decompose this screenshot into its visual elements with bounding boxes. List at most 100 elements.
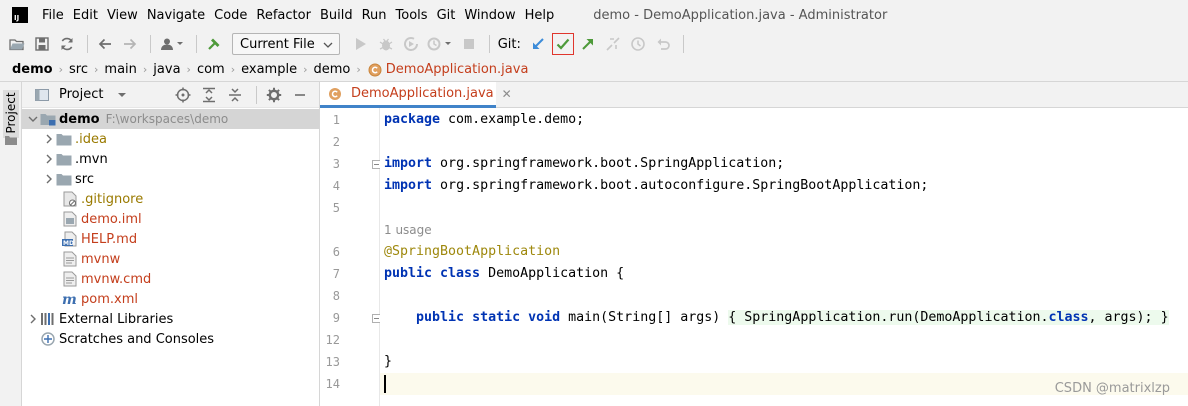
tree-item-mvnw[interactable]: mvnw — [22, 249, 319, 269]
code-text: main(String[] args) — [560, 310, 729, 325]
toolbar-separator — [682, 35, 684, 53]
menu-run[interactable]: Run — [362, 8, 387, 23]
chevron-right-icon: › — [230, 63, 236, 76]
keyword: public static void — [416, 310, 561, 325]
save-all-icon[interactable] — [31, 33, 53, 55]
editor-tab-demoapplication[interactable]: DemoApplication.java ✕ — [320, 82, 512, 108]
menu-help[interactable]: Help — [525, 8, 555, 23]
tree-item-src[interactable]: src — [22, 169, 319, 189]
menu-navigate[interactable]: Navigate — [147, 8, 205, 23]
intellij-logo-icon[interactable]: IJ — [12, 7, 28, 23]
breadcrumb-item-demo-package[interactable]: demo — [314, 62, 351, 77]
menu-build[interactable]: Build — [320, 8, 353, 23]
tree-item-demo[interactable]: demo F:\workspaces\demo — [22, 109, 319, 129]
chevron-down-icon — [323, 37, 333, 52]
locate-target-icon[interactable] — [172, 84, 194, 106]
tree-item-scratches[interactable]: Scratches and Consoles — [22, 329, 319, 349]
menu-window[interactable]: Window — [464, 8, 515, 23]
project-tree: demo F:\workspaces\demo .idea .mvn src .… — [22, 108, 319, 349]
tree-item-pom-xml[interactable]: m pom.xml — [22, 289, 319, 309]
breadcrumb-item-main[interactable]: main — [104, 62, 136, 77]
collapse-arrow-icon[interactable] — [42, 134, 56, 144]
breadcrumb-item-src[interactable]: src — [69, 62, 88, 77]
git-push-icon[interactable] — [577, 33, 599, 55]
code-line: } — [380, 351, 1188, 373]
menu-tools[interactable]: Tools — [396, 8, 428, 23]
chevron-right-icon: › — [94, 63, 99, 76]
close-icon[interactable]: ✕ — [502, 87, 512, 101]
forward-arrow-icon[interactable] — [119, 33, 141, 55]
line-number: 13 — [325, 355, 340, 369]
breadcrumb-item-example[interactable]: example — [241, 62, 297, 77]
menu-edit[interactable]: Edit — [73, 8, 98, 23]
breadcrumb-item-file[interactable]: DemoApplication.java — [367, 62, 529, 78]
tree-item-idea[interactable]: .idea — [22, 129, 319, 149]
collapse-arrow-icon[interactable] — [42, 174, 56, 184]
tree-item-external-libraries[interactable]: External Libraries — [22, 309, 319, 329]
code-editor[interactable]: package com.example.demo; import org.spr… — [380, 108, 1188, 406]
line-number: 5 — [332, 201, 340, 215]
menu-refactor[interactable]: Refactor — [256, 8, 311, 23]
code-line: import org.springframework.boot.SpringAp… — [380, 153, 1188, 175]
menu-file[interactable]: File — [42, 8, 64, 23]
collapse-arrow-icon[interactable] — [42, 154, 56, 164]
toolbar-separator — [256, 85, 257, 104]
chevron-down-icon[interactable] — [117, 87, 127, 102]
tree-item-label: mvnw — [81, 251, 121, 267]
tree-item-demo-iml[interactable]: demo.iml — [22, 209, 319, 229]
svg-text:MD: MD — [63, 240, 74, 247]
breadcrumb: demo › src › main › java › com › example… — [0, 58, 1188, 82]
user-dropdown-icon[interactable] — [157, 33, 187, 55]
structure-folder-icon[interactable] — [5, 134, 17, 149]
window-title: demo - DemoApplication.java - Administra… — [593, 7, 888, 23]
folded-code-text: { SpringApplication.run(DemoApplication. — [728, 310, 1049, 325]
tree-item-mvn[interactable]: .mvn — [22, 149, 319, 169]
chevron-right-icon: › — [58, 63, 64, 76]
debug-icon[interactable] — [375, 33, 397, 55]
breadcrumb-file-label: DemoApplication.java — [385, 62, 529, 77]
expand-all-icon[interactable] — [198, 84, 220, 106]
menu-view[interactable]: View — [107, 8, 138, 23]
tree-item-label: mvnw.cmd — [81, 271, 152, 287]
more-run-options-icon[interactable] — [425, 33, 455, 55]
git-merge-icon[interactable] — [602, 33, 624, 55]
breadcrumb-item-java[interactable]: java — [153, 62, 180, 77]
build-hammer-icon[interactable] — [203, 33, 225, 55]
history-clock-icon[interactable] — [627, 33, 649, 55]
project-tool-window-button[interactable]: Project — [3, 90, 19, 138]
line-number: 7 — [332, 267, 340, 281]
back-arrow-icon[interactable] — [94, 33, 116, 55]
run-configuration-select[interactable]: Current File — [232, 33, 340, 55]
git-update-icon[interactable] — [527, 33, 549, 55]
folded-method-body[interactable]: { SpringApplication.run(DemoApplication.… — [728, 310, 1169, 325]
menu-code[interactable]: Code — [214, 8, 247, 23]
collapse-arrow-icon[interactable] — [26, 314, 40, 324]
code-text: DemoApplication { — [480, 266, 625, 281]
open-folder-icon[interactable] — [6, 33, 28, 55]
usage-hint[interactable]: 1 usage — [384, 223, 432, 237]
stop-icon[interactable] — [458, 33, 480, 55]
breadcrumb-item-com[interactable]: com — [197, 62, 225, 77]
tree-item-gitignore[interactable]: .gitignore — [22, 189, 319, 209]
rollback-icon[interactable] — [652, 33, 674, 55]
collapse-all-icon[interactable] — [224, 84, 246, 106]
project-panel-title[interactable]: Project — [59, 87, 103, 102]
menu-git[interactable]: Git — [437, 8, 456, 23]
sync-icon[interactable] — [56, 33, 78, 55]
breadcrumb-item-demo[interactable]: demo — [12, 62, 53, 77]
gear-icon[interactable] — [263, 84, 285, 106]
line-number: 6 — [332, 245, 340, 259]
git-commit-check-icon[interactable] — [551, 33, 574, 55]
keyword: public class — [384, 266, 481, 281]
code-text: com.example.demo; — [440, 112, 585, 127]
chevron-right-icon: › — [142, 63, 148, 76]
editor-gutter: 1 2 3 4 5 6 7 8 9 12 13 14 — [320, 108, 381, 406]
tree-item-help-md[interactable]: MD HELP.md — [22, 229, 319, 249]
expand-arrow-icon[interactable] — [26, 116, 40, 122]
run-configuration-label: Current File — [240, 36, 315, 52]
run-with-coverage-icon[interactable] — [400, 33, 422, 55]
markdown-file-icon: MD — [62, 231, 78, 247]
minimize-icon[interactable] — [289, 84, 311, 106]
tree-item-mvnw-cmd[interactable]: mvnw.cmd — [22, 269, 319, 289]
run-icon[interactable] — [350, 33, 372, 55]
